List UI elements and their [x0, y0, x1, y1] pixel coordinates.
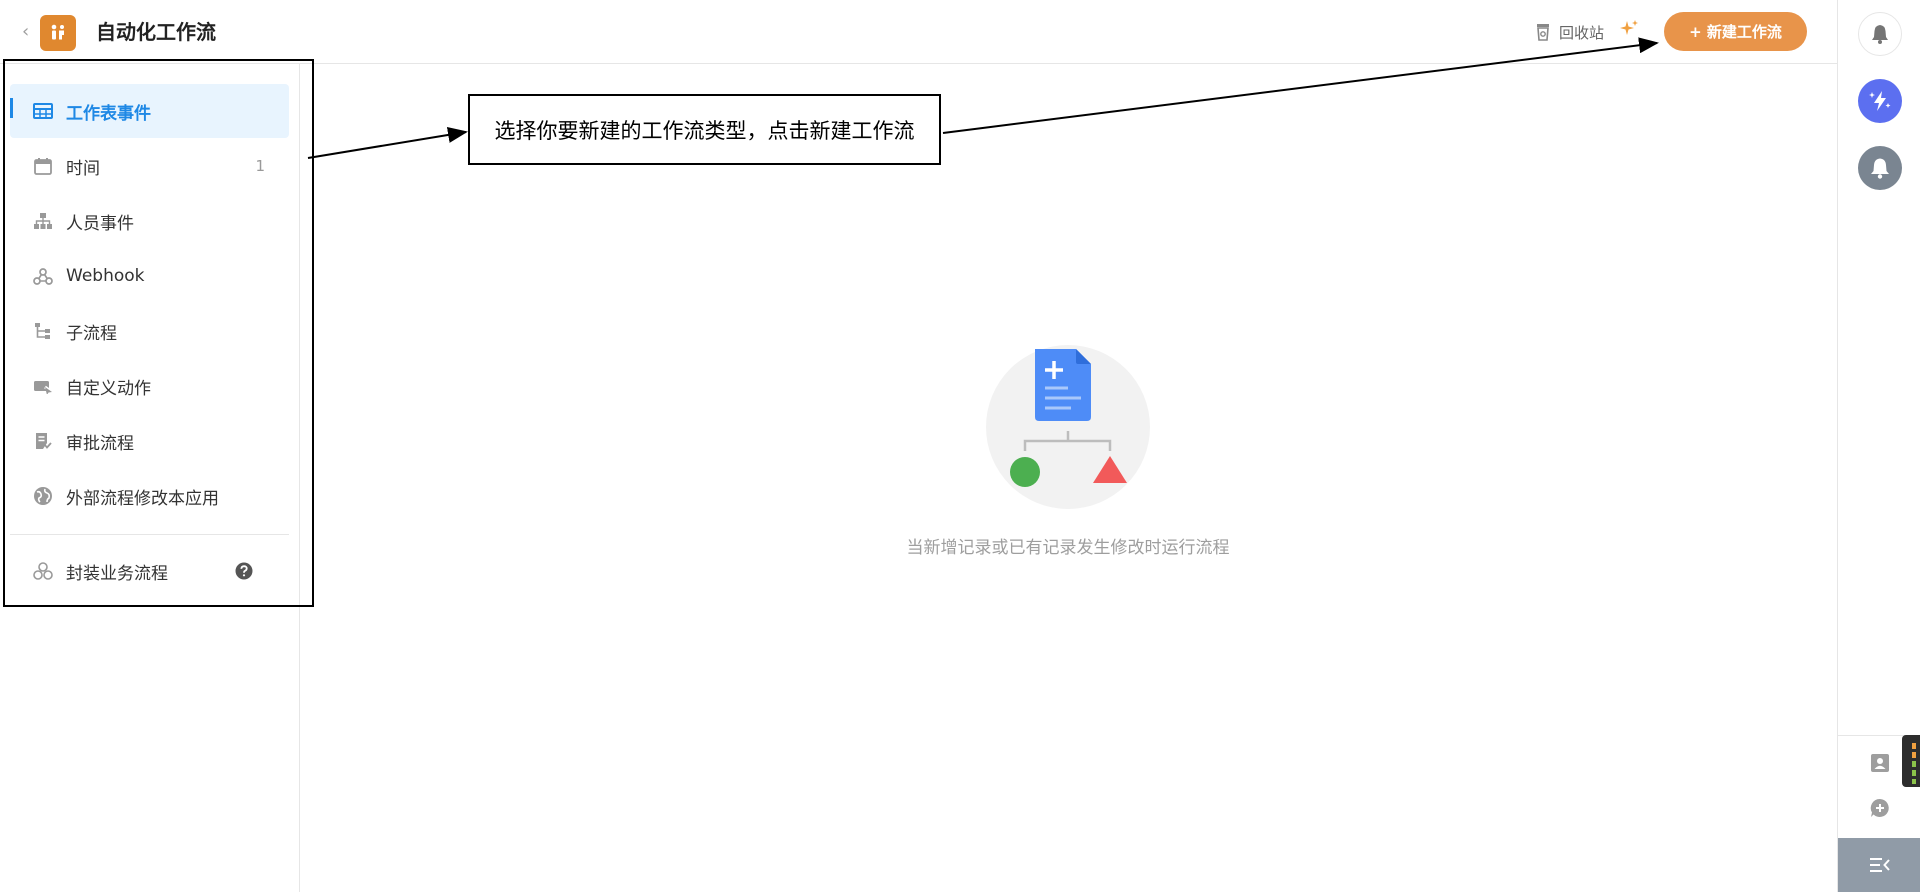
reminders-button[interactable] [1858, 146, 1902, 190]
sidebar-item-label: 人员事件 [66, 213, 134, 234]
empty-state-text: 当新增记录或已有记录发生修改时运行流程 [906, 538, 1230, 558]
collapse-rail-button[interactable] [1838, 838, 1920, 892]
sidebar-item-label: 外部流程修改本应用 [66, 488, 219, 509]
sidebar-item-external-flow[interactable]: 外部流程修改本应用 [10, 469, 289, 523]
webhook-icon [32, 265, 54, 287]
subflow-icon [32, 320, 54, 342]
recycle-bin-label: 回收站 [1559, 23, 1605, 42]
volume-meter-widget [1902, 735, 1920, 787]
help-icon[interactable] [235, 562, 253, 580]
item-count-badge: 1 [255, 157, 265, 175]
recycle-bin-button[interactable]: 回收站 [1535, 20, 1604, 44]
sidebar-item-label: 工作表事件 [66, 103, 151, 124]
back-chevron-icon[interactable]: ‹ [22, 22, 38, 42]
sidebar-item-time[interactable]: 时间 1 [10, 139, 289, 193]
calendar-icon [32, 155, 54, 177]
sidebar-item-webhook[interactable]: Webhook [10, 249, 289, 303]
sidebar-item-subflow[interactable]: 子流程 [10, 304, 289, 358]
collapse-menu-icon [1869, 858, 1890, 872]
sidebar-item-package-flow[interactable]: 封装业务流程 [10, 544, 289, 598]
sidebar-item-label: Webhook [66, 266, 145, 286]
arrow-to-callout [307, 127, 468, 159]
globe-icon [32, 485, 54, 507]
sidebar-item-label: 子流程 [66, 323, 117, 344]
page: ‹ 自动化工作流 回收站 + 新建工作流 工作表事件 时间 1 人员事件 Web… [0, 0, 1920, 892]
lightning-sparkle-icon [1869, 91, 1891, 111]
add-chat-icon[interactable] [1870, 798, 1890, 818]
custom-action-icon [32, 375, 54, 397]
sidebar-item-approval[interactable]: 审批流程 [10, 414, 289, 468]
sidebar-item-label: 时间 [66, 158, 100, 179]
app-logo [40, 15, 76, 51]
sidebar-divider [10, 534, 289, 535]
sidebar-item-label: 自定义动作 [66, 378, 151, 399]
sidebar-item-member-event[interactable]: 人员事件 [10, 194, 289, 248]
app-header: ‹ 自动化工作流 回收站 + 新建工作流 [0, 0, 1837, 64]
bell-filled-icon [1871, 158, 1889, 179]
page-title: 自动化工作流 [96, 20, 216, 44]
contacts-icon[interactable] [1870, 753, 1890, 773]
approval-icon [32, 430, 54, 452]
ai-assistant-button[interactable] [1858, 79, 1902, 123]
org-chart-icon [32, 210, 54, 232]
sidebar-item-label: 封装业务流程 [66, 563, 168, 584]
new-workflow-button[interactable]: + 新建工作流 [1664, 12, 1807, 51]
workflow-type-sidebar: 工作表事件 时间 1 人员事件 Webhook 子流程 自定义动作 审批流程 外… [0, 64, 300, 892]
sidebar-item-label: 审批流程 [66, 433, 134, 454]
empty-workflow-illustration [986, 345, 1150, 509]
sidebar-item-sheet-event[interactable]: 工作表事件 [10, 84, 289, 138]
annotation-callout: 选择你要新建的工作流类型，点击新建工作流 [468, 94, 941, 165]
workflow-logo-icon [51, 24, 64, 40]
recycle-bin-icon [1537, 24, 1549, 41]
ai-sparkle-icon[interactable] [1618, 18, 1640, 40]
notification-button[interactable] [1858, 12, 1902, 56]
sidebar-item-custom-action[interactable]: 自定义动作 [10, 359, 289, 413]
table-icon [32, 100, 54, 122]
bell-icon [1872, 25, 1888, 44]
package-icon [32, 560, 54, 582]
